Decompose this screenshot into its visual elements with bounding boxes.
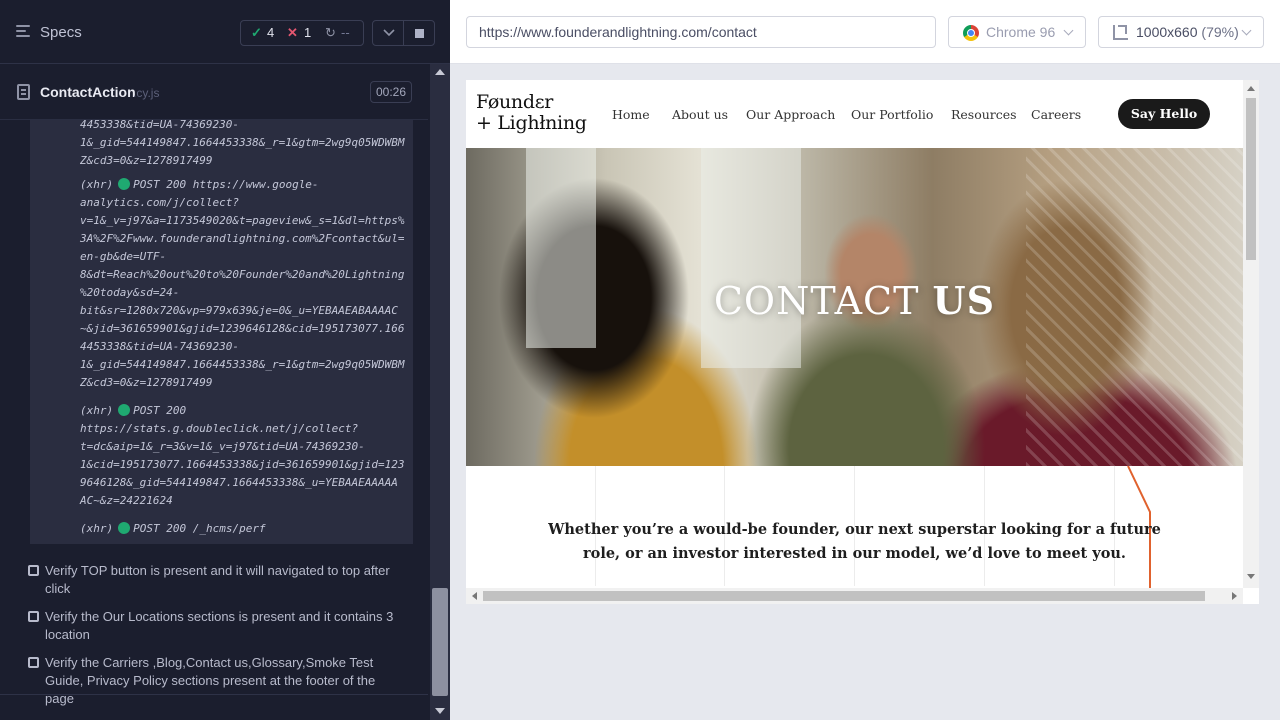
scrollbar-thumb[interactable] [432, 588, 448, 696]
scroll-up-arrow-icon[interactable] [435, 69, 445, 75]
chevron-down-icon [1063, 25, 1074, 36]
browser-label: Chrome 96 [986, 24, 1056, 40]
log-entry-type: (xhr) [80, 522, 114, 535]
log-entry-type: (xhr) [80, 404, 114, 417]
log-entry-method: POST 200 [133, 404, 187, 417]
nav-our-approach[interactable]: Our Approach [746, 107, 835, 122]
nav-careers[interactable]: Careers [1031, 107, 1081, 122]
logo-line-2: + Lighłning [476, 112, 587, 134]
test-status-icon [28, 611, 39, 622]
specs-title[interactable]: Specs [40, 24, 82, 41]
say-hello-button[interactable]: Say Hello [1118, 99, 1210, 129]
zoom-level: (79%) [1201, 24, 1239, 40]
spec-header-row[interactable]: ContactAction .cy.js 00:26 [0, 64, 428, 120]
page-vertical-scrollbar[interactable] [1243, 80, 1259, 588]
status-dot-icon [118, 404, 131, 416]
viewport-size: 1000x660 [1136, 24, 1198, 40]
test-title: Verify TOP button is present and it will… [45, 563, 390, 596]
page-horizontal-scrollbar[interactable] [466, 588, 1243, 604]
log-entry-method: POST 200 /_hcms/perf [133, 522, 266, 535]
stop-icon [415, 29, 424, 38]
log-entry[interactable]: (xhr) POST 200 https://www.google- analyt… [80, 176, 410, 392]
preview-toolbar: https://www.founderandlightning.com/cont… [450, 0, 1280, 64]
nav-resources[interactable]: Resources [951, 107, 1017, 122]
failed-count: 1 [304, 25, 312, 40]
passed-count: 4 [267, 25, 275, 40]
specs-header: Specs ✓ 4 ✕ 1 ↻ -- [0, 0, 450, 64]
site-logo[interactable]: Føundɛr + Lighłning [476, 92, 587, 134]
viewport-selector[interactable]: 1000x660 (79%) [1098, 16, 1264, 48]
status-dot-icon [118, 522, 131, 534]
intro-section: Whether you’re a would-be founder, our n… [466, 466, 1243, 588]
spec-name: ContactAction [40, 84, 136, 100]
hero-title: CONTACT US [713, 278, 996, 323]
intro-text: Whether you’re a would-be founder, our n… [548, 521, 1161, 562]
nav-our-portfolio[interactable]: Our Portfolio [851, 107, 933, 122]
logo-line-1: Føundɛr [476, 91, 554, 113]
site-header: Føundɛr + Lighłning Home About us Our Ap… [466, 80, 1243, 148]
scroll-right-arrow-icon[interactable] [1232, 592, 1237, 600]
file-icon [17, 84, 30, 100]
aut-iframe: Føundɛr + Lighłning Home About us Our Ap… [466, 80, 1259, 604]
log-entry[interactable]: (xhr) POST 200 /_hcms/perf [80, 520, 410, 538]
reporter-panel: Specs ✓ 4 ✕ 1 ↻ -- ContactAction .cy.js … [0, 0, 450, 720]
hero-image: CONTACT US [466, 148, 1243, 466]
pending-spinner-icon: ↻ [325, 25, 336, 40]
collapse-button[interactable] [372, 20, 404, 46]
scrollbar-thumb[interactable] [1246, 98, 1256, 260]
nav-about-us[interactable]: About us [672, 107, 728, 122]
test-title: Verify the Our Locations sections is pre… [45, 609, 394, 642]
log-entry-url: analytics.com/j/collect? v=1&_v=j97&a=11… [80, 196, 405, 389]
url-bar[interactable]: https://www.founderandlightning.com/cont… [466, 16, 936, 48]
log-entry-type: (xhr) [80, 178, 114, 191]
stop-button[interactable] [403, 20, 435, 46]
hero-window-light [701, 148, 801, 368]
spec-duration: 00:26 [370, 81, 412, 103]
scroll-down-arrow-icon[interactable] [435, 708, 445, 714]
specs-menu-icon[interactable] [16, 25, 32, 39]
test-stats: ✓ 4 ✕ 1 ↻ -- [240, 20, 364, 46]
pending-count: -- [341, 25, 350, 40]
app-preview: https://www.founderandlightning.com/cont… [450, 0, 1280, 720]
chevron-down-icon [383, 29, 395, 37]
nav-home[interactable]: Home [612, 107, 650, 122]
test-title: Verify the Carriers ,Blog,Contact us,Glo… [45, 655, 376, 706]
log-entry-method: POST 200 https://www.google- [133, 178, 319, 191]
failed-x-icon: ✕ [287, 25, 298, 40]
scrollbar-thumb[interactable] [483, 591, 1205, 601]
log-entry[interactable]: (xhr) POST 200 https://stats.g.doubleclic… [80, 402, 410, 510]
command-log: 4453338&tid=UA-74369230- 1&_gid=54414984… [30, 120, 413, 544]
reporter-scrollbar[interactable] [430, 64, 450, 720]
ruler-icon [1113, 25, 1128, 40]
chevron-down-icon [1241, 25, 1252, 36]
browser-selector[interactable]: Chrome 96 [948, 16, 1086, 48]
chrome-icon [963, 25, 979, 41]
test-status-icon [28, 657, 39, 668]
log-entry-url: https://stats.g.doubleclick.net/j/collec… [80, 422, 405, 507]
test-status-icon [28, 565, 39, 576]
passed-check-icon: ✓ [251, 25, 262, 40]
scroll-left-arrow-icon[interactable] [472, 592, 477, 600]
scroll-up-arrow-icon[interactable] [1247, 86, 1255, 91]
log-fragment: 4453338&tid=UA-74369230- 1&_gid=54414984… [80, 120, 405, 167]
status-dot-icon [118, 178, 131, 190]
spec-extension: .cy.js [133, 86, 160, 100]
divider [0, 694, 428, 695]
scroll-down-arrow-icon[interactable] [1247, 574, 1255, 579]
